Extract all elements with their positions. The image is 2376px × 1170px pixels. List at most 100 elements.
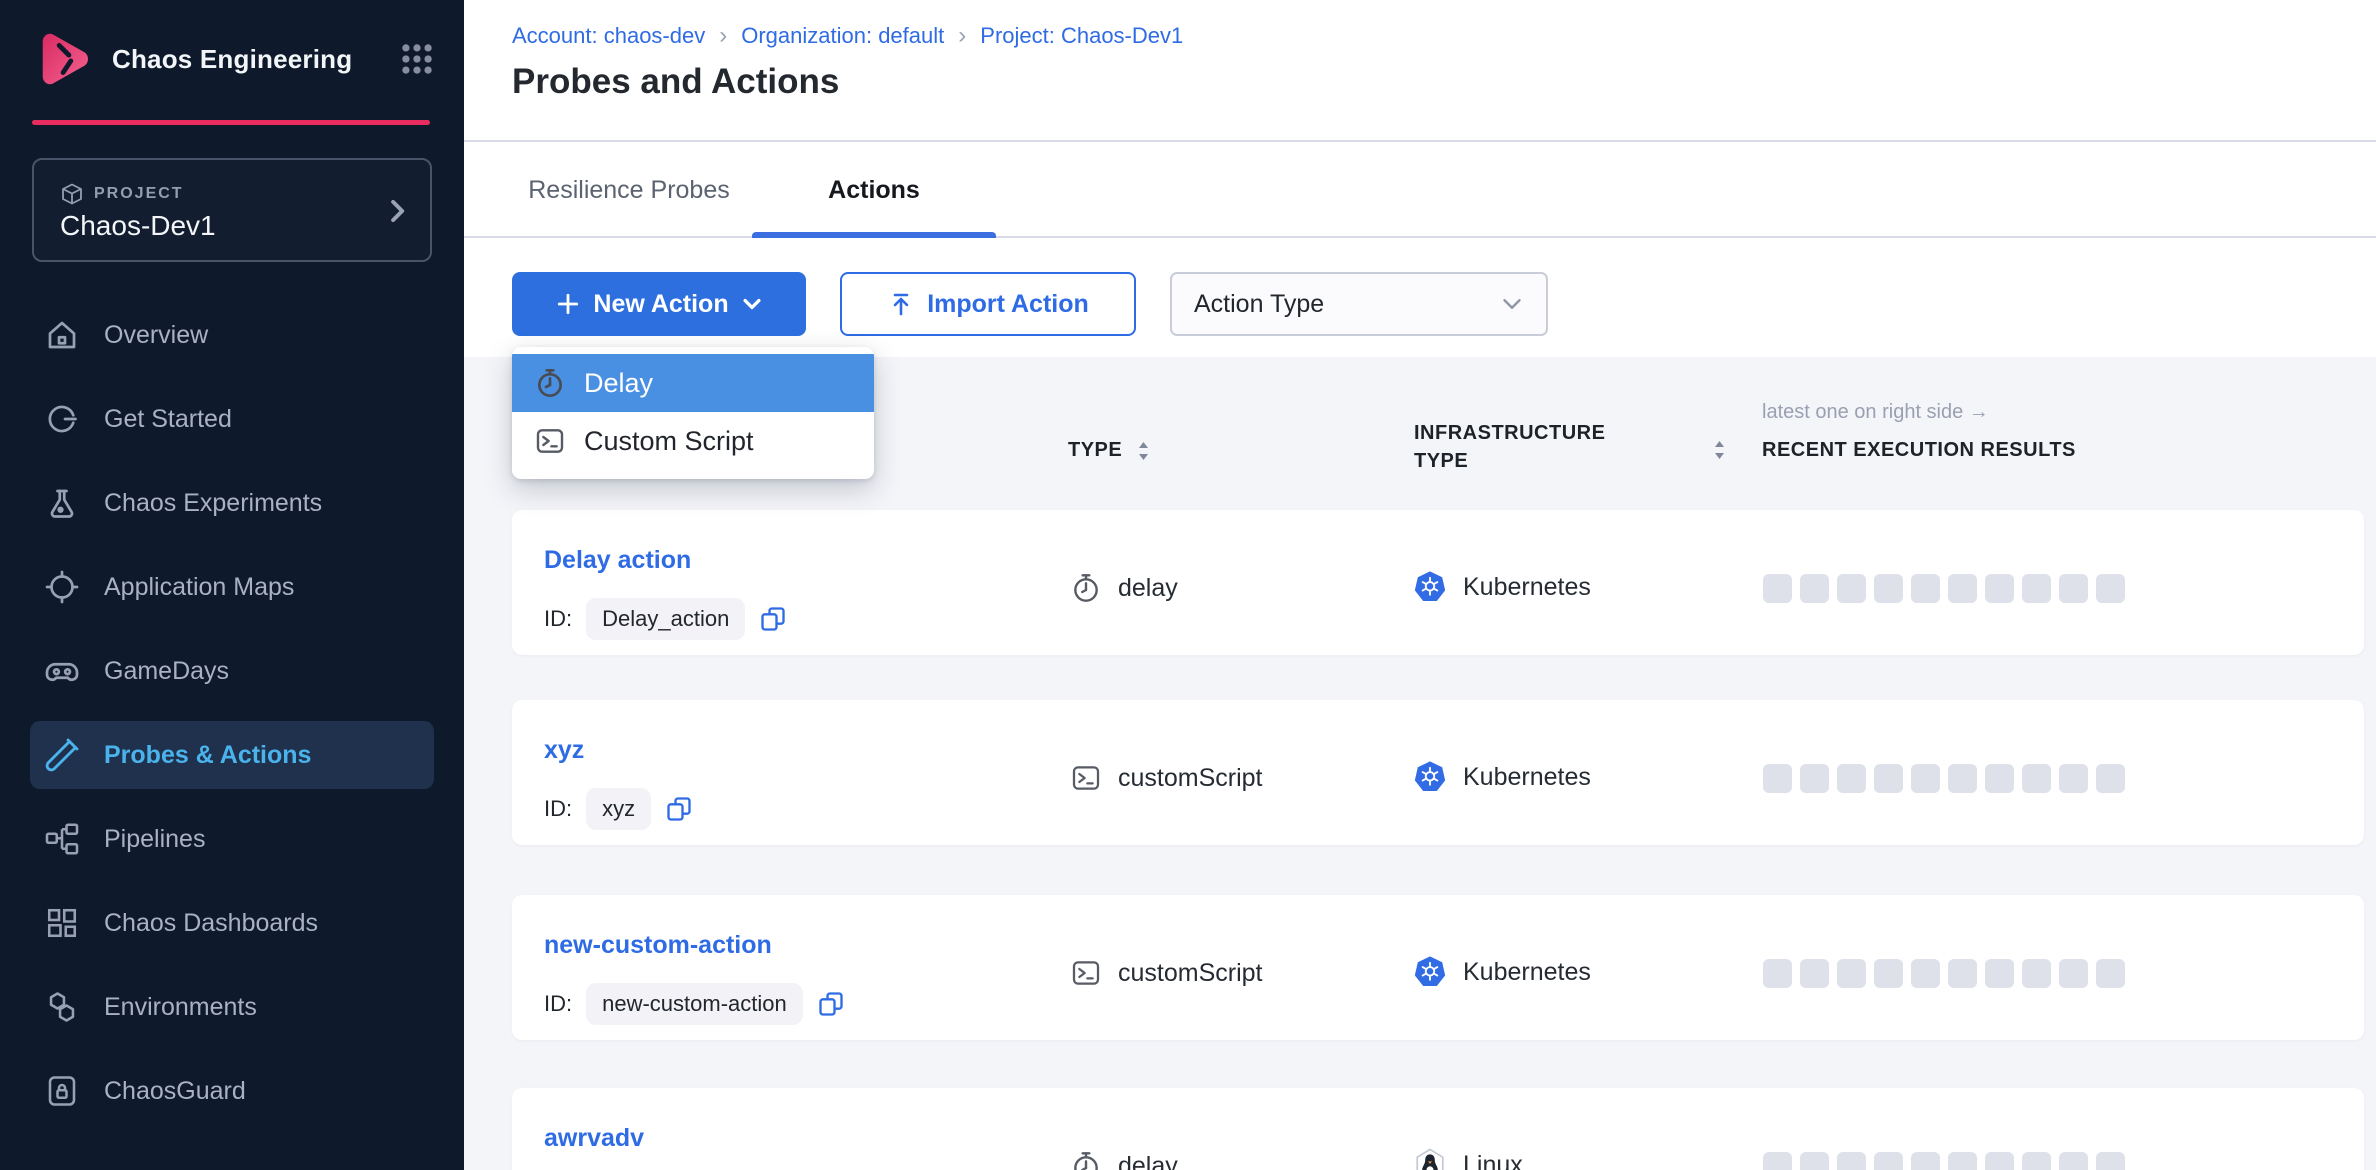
action-id-line: ID: Delay_action: [544, 598, 787, 640]
column-header-type: TYPE: [1068, 439, 1151, 462]
sidebar-item-chaosguard[interactable]: ChaosGuard: [30, 1057, 434, 1125]
module-grid-icon[interactable]: [398, 40, 436, 78]
copy-icon[interactable]: [817, 990, 845, 1018]
import-action-button[interactable]: Import Action: [840, 272, 1136, 336]
stopwatch-icon: [534, 367, 566, 399]
tab-actions[interactable]: Actions: [752, 144, 996, 236]
execution-result-placeholder: [1800, 1152, 1829, 1170]
execution-result-placeholder: [1763, 764, 1792, 793]
execution-result-placeholder: [1763, 574, 1792, 603]
sort-icon[interactable]: [1712, 439, 1727, 461]
menu-item-custom-script[interactable]: Custom Script: [512, 412, 874, 470]
action-name-link[interactable]: xyz: [544, 736, 584, 765]
sidebar-item-get-started[interactable]: Get Started: [30, 385, 434, 453]
copy-icon[interactable]: [759, 605, 787, 633]
sidebar-item-probes-actions[interactable]: Probes & Actions: [30, 721, 434, 789]
execution-result-placeholder: [1837, 959, 1866, 988]
sort-icon[interactable]: [1136, 440, 1151, 462]
execution-result-placeholder: [1800, 764, 1829, 793]
terminal-icon: [534, 425, 566, 457]
tab-resilience-probes[interactable]: Resilience Probes: [484, 144, 774, 236]
get-started-icon: [44, 401, 80, 437]
sidebar: Chaos Engineering PROJECT Chaos-Dev1 Ove…: [0, 0, 464, 1170]
action-id-value: new-custom-action: [586, 983, 803, 1025]
execution-result-placeholder: [2096, 959, 2125, 988]
action-type-cell: delay: [1070, 1150, 1178, 1170]
breadcrumb-organization[interactable]: Organization: default: [741, 23, 944, 49]
breadcrumb-separator-icon: ›: [719, 22, 727, 50]
breadcrumb: Account: chaos-dev › Organization: defau…: [512, 22, 1183, 50]
execution-result-placeholder: [1800, 959, 1829, 988]
brand-accent-divider: [32, 120, 430, 125]
pipeline-icon: [44, 821, 80, 857]
execution-result-placeholder: [2022, 574, 2051, 603]
results-hint: latest one on right side →: [1762, 401, 1989, 424]
execution-result-placeholder: [2096, 764, 2125, 793]
kubernetes-icon: [1413, 570, 1447, 604]
dashboard-icon: [44, 905, 80, 941]
sidebar-item-overview[interactable]: Overview: [30, 301, 434, 369]
action-id-value: Delay_action: [586, 598, 745, 640]
sidebar-item-pipelines[interactable]: Pipelines: [30, 805, 434, 873]
execution-result-placeholder: [1763, 1152, 1792, 1170]
breadcrumb-separator-icon: ›: [958, 22, 966, 50]
action-id-value: xyz: [586, 788, 651, 830]
sidebar-item-application-maps[interactable]: Application Maps: [30, 553, 434, 621]
sidebar-item-gamedays[interactable]: GameDays: [30, 637, 434, 705]
chevron-down-icon: [741, 293, 763, 315]
tab-bar: Resilience Probes Actions: [464, 144, 2376, 238]
target-icon: [44, 569, 80, 605]
execution-result-placeholder: [1948, 1152, 1977, 1170]
execution-result-placeholder: [1874, 959, 1903, 988]
sidebar-item-environments[interactable]: Environments: [30, 973, 434, 1041]
main-content: Account: chaos-dev › Organization: defau…: [464, 0, 2376, 1170]
action-name-link[interactable]: awrvadv: [544, 1124, 644, 1153]
execution-result-placeholder: [2059, 764, 2088, 793]
execution-result-placeholder: [2022, 764, 2051, 793]
chevron-right-icon: [384, 198, 410, 224]
table-row: awrvadv delay Linux: [512, 1088, 2364, 1170]
sidebar-nav: Overview Get Started Chaos Experiments A…: [0, 301, 464, 1141]
sidebar-item-chaos-experiments[interactable]: Chaos Experiments: [30, 469, 434, 537]
menu-item-delay[interactable]: Delay: [512, 354, 874, 412]
infrastructure-cell: Kubernetes: [1413, 955, 1591, 989]
execution-result-placeholder: [1948, 764, 1977, 793]
new-action-button[interactable]: New Action: [512, 272, 806, 336]
execution-result-placeholder: [1837, 1152, 1866, 1170]
kubernetes-icon: [1413, 760, 1447, 794]
app-window: Chaos Engineering PROJECT Chaos-Dev1 Ove…: [0, 0, 2376, 1170]
execution-result-placeholder: [1985, 764, 2014, 793]
import-icon: [887, 290, 915, 318]
stopwatch-icon: [1070, 572, 1102, 604]
kubernetes-icon: [1413, 955, 1447, 989]
sidebar-item-chaos-dashboards[interactable]: Chaos Dashboards: [30, 889, 434, 957]
execution-result-placeholder: [1985, 1152, 2014, 1170]
execution-result-placeholder: [1837, 764, 1866, 793]
action-id-line: ID: new-custom-action: [544, 983, 845, 1025]
table-row: Delay action ID: Delay_action delay Kube…: [512, 510, 2364, 655]
terminal-icon: [1070, 762, 1102, 794]
linux-icon: [1413, 1148, 1447, 1170]
table-row: new-custom-action ID: new-custom-action …: [512, 895, 2364, 1040]
execution-result-placeholder: [1874, 764, 1903, 793]
recent-execution-results: [1763, 574, 2125, 603]
action-type-cell: delay: [1070, 572, 1178, 604]
execution-result-placeholder: [1985, 959, 2014, 988]
copy-icon[interactable]: [665, 795, 693, 823]
execution-result-placeholder: [2059, 1152, 2088, 1170]
action-name-link[interactable]: new-custom-action: [544, 931, 772, 960]
execution-result-placeholder: [2022, 1152, 2051, 1170]
page-title: Probes and Actions: [512, 62, 839, 102]
breadcrumb-project[interactable]: Project: Chaos-Dev1: [980, 23, 1183, 49]
column-header-infrastructure-type: INFRASTRUCTURE TYPE: [1414, 419, 1644, 475]
execution-result-placeholder: [2059, 574, 2088, 603]
execution-result-placeholder: [2096, 574, 2125, 603]
breadcrumb-account[interactable]: Account: chaos-dev: [512, 23, 705, 49]
action-name-link[interactable]: Delay action: [544, 546, 691, 575]
action-type-cell: customScript: [1070, 762, 1262, 794]
app-title: Chaos Engineering: [112, 44, 352, 75]
stopwatch-icon: [1070, 1150, 1102, 1170]
action-type-select[interactable]: Action Type: [1170, 272, 1548, 336]
project-selector[interactable]: PROJECT Chaos-Dev1: [32, 158, 432, 262]
recent-execution-results: [1763, 959, 2125, 988]
